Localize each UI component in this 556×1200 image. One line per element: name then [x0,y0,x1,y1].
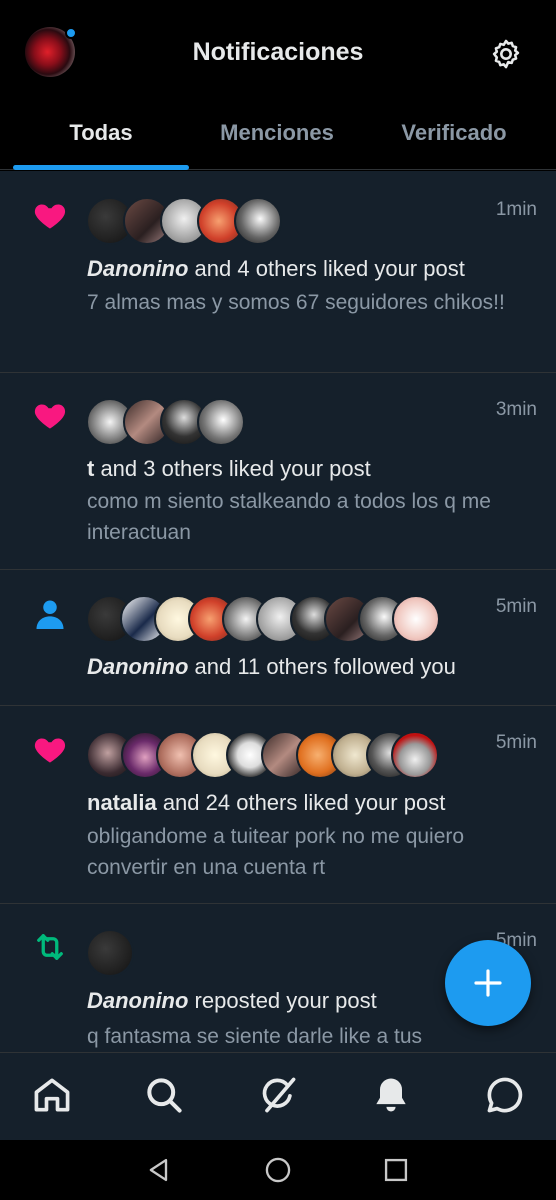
action-text: and 11 others followed you [188,654,456,679]
avatar[interactable] [234,197,282,245]
notification-summary: t and 3 others liked your post [87,456,371,482]
tab-verificado[interactable]: Verificado [366,104,542,164]
action-text: and 24 others liked your post [156,790,446,815]
home-circle-icon[interactable] [264,1156,292,1184]
notifications-feed[interactable]: 1min Danonino and 4 others liked your po… [0,171,556,1052]
timestamp: 5min [495,732,537,753]
tab-menciones[interactable]: Menciones [189,104,365,164]
notification-item[interactable]: 5min Danonino and 11 others followed you [0,570,556,706]
actor-name[interactable]: Danonino [87,654,188,679]
back-icon[interactable] [145,1156,173,1184]
avatar[interactable] [197,398,245,446]
notification-tabs: Todas Menciones Verificado [0,104,556,170]
recents-icon[interactable] [382,1156,410,1184]
plus-icon [474,969,502,997]
bell-icon[interactable] [369,1073,413,1117]
home-icon[interactable] [30,1073,74,1117]
grok-icon[interactable] [256,1073,300,1117]
system-navigation [0,1140,556,1200]
gear-icon[interactable] [489,37,523,71]
avatar[interactable] [86,929,134,977]
post-preview: q fantasma se siente darle like a tus [87,1025,423,1048]
notification-summary: Danonino and 11 others followed you [87,654,456,680]
notification-summary: natalia and 24 others liked your post [87,790,445,816]
post-preview: 7 almas mas y somos 67 seguidores chikos… [87,291,505,314]
timestamp: 5min [495,596,537,617]
actor-name[interactable]: Danonino [87,256,188,281]
top-app-bar: Notificaciones Todas Menciones Verificad… [0,0,556,170]
repost-icon [37,934,63,960]
notification-item[interactable]: 3min t and 3 others liked your post como… [0,373,556,570]
post-preview: obligandome a tuitear pork no me quiero … [87,825,465,879]
notification-summary: Danonino reposted your post [87,988,377,1014]
tab-todas[interactable]: Todas [13,104,189,164]
heart-icon [34,738,66,763]
heart-icon [34,404,66,429]
avatar[interactable] [391,731,439,779]
notification-item[interactable]: 1min Danonino and 4 others liked your po… [0,171,556,373]
compose-button[interactable] [445,940,531,1026]
actor-name[interactable]: Danonino [87,988,188,1013]
notification-summary: Danonino and 4 others liked your post [87,256,465,282]
active-tab-indicator [13,165,189,170]
messages-icon[interactable] [483,1073,527,1117]
timestamp: 1min [495,199,537,220]
page-title: Notificaciones [192,38,364,66]
heart-icon [34,204,66,229]
actor-name[interactable]: natalia [87,790,157,815]
avatar[interactable] [392,595,440,643]
notification-item[interactable]: 5min natalia and 24 others liked your po… [0,706,556,904]
action-text: and 4 others liked your post [188,256,465,281]
post-preview: como m siento stalkeando a todos los q m… [87,490,491,544]
action-text: and 3 others liked your post [94,456,371,481]
action-text: reposted your post [188,988,377,1013]
timestamp: 3min [495,399,537,420]
search-icon[interactable] [142,1073,186,1117]
bottom-navigation [0,1052,556,1140]
person-icon [36,600,64,629]
